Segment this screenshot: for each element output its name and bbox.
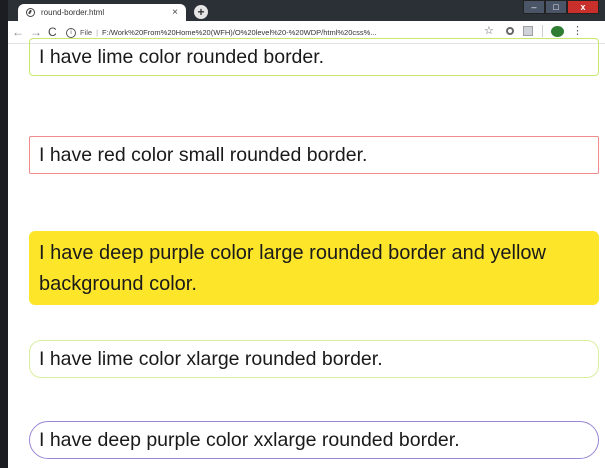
browser-tab[interactable]: round-border.html ×	[18, 4, 186, 21]
maximize-button[interactable]: □	[545, 0, 567, 14]
lime-xlarge-rounded-box: I have lime color xlarge rounded border.	[29, 340, 599, 378]
bookmark-star-icon[interactable]: ☆	[484, 24, 494, 37]
extension-circle-icon[interactable]	[506, 27, 514, 35]
tab-title: round-border.html	[41, 8, 105, 17]
new-tab-button[interactable]: +	[194, 5, 208, 19]
back-arrow-icon[interactable]: ←	[12, 24, 24, 40]
extension-icons: ⋮	[506, 25, 583, 37]
extension-square-icon[interactable]	[523, 26, 533, 36]
scheme-label: File	[80, 28, 93, 37]
minimize-button[interactable]: –	[523, 0, 545, 14]
toolbar-divider	[542, 25, 543, 37]
address-separator: |	[96, 28, 99, 37]
desktop-edge	[0, 0, 8, 468]
favicon-icon	[26, 8, 35, 17]
red-small-rounded-box: I have red color small rounded border.	[29, 136, 599, 174]
window-controls: – □ x	[523, 0, 599, 14]
kebab-menu-icon[interactable]: ⋮	[572, 25, 583, 37]
title-bar: round-border.html × + – □ x	[8, 0, 605, 21]
purple-large-rounded-yellow-box: I have deep purple color large rounded b…	[29, 231, 599, 305]
browser-window: round-border.html × + – □ x ← → C i File…	[8, 0, 605, 468]
purple-xxlarge-rounded-box: I have deep purple color xxlarge rounded…	[29, 421, 599, 459]
tab-close-icon[interactable]: ×	[172, 7, 178, 18]
info-icon[interactable]: i	[66, 27, 76, 38]
lime-rounded-box: I have lime color rounded border.	[29, 38, 599, 76]
close-window-button[interactable]: x	[567, 0, 599, 14]
profile-avatar-icon[interactable]	[551, 25, 564, 37]
url-text[interactable]: F:/Work%20From%20Home%20(WFH)/O%20level%…	[102, 28, 377, 37]
